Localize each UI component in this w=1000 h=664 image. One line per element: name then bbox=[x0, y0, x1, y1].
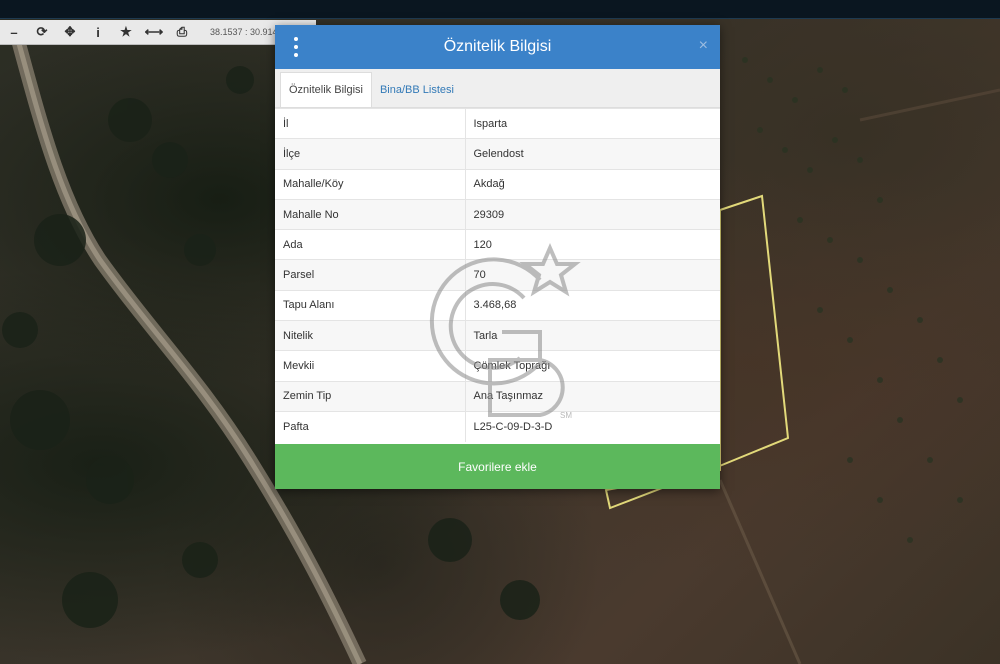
dialog-header: Öznitelik Bilgisi × bbox=[275, 25, 720, 69]
refresh-icon[interactable]: ⟳ bbox=[28, 20, 56, 44]
row-value: 120 bbox=[465, 229, 720, 260]
pan-icon[interactable]: ✥ bbox=[56, 20, 84, 44]
table-row: Nitelik Tarla bbox=[275, 320, 720, 351]
row-key: Mahalle/Köy bbox=[275, 168, 466, 200]
info-icon[interactable]: i bbox=[84, 20, 112, 44]
star-icon[interactable]: ★ bbox=[112, 20, 140, 44]
row-value: 29309 bbox=[465, 198, 720, 230]
row-value: L25-C-09-D-3-D bbox=[465, 410, 720, 442]
row-key: Parsel bbox=[275, 259, 466, 291]
dialog-title: Öznitelik Bilgisi bbox=[443, 38, 552, 55]
row-key: Ada bbox=[275, 229, 466, 260]
row-key: Pafta bbox=[275, 410, 466, 442]
table-row: Pafta L25-C-09-D-3-D bbox=[275, 410, 720, 442]
row-value: 70 bbox=[465, 259, 720, 291]
print-icon[interactable]: ⎙ bbox=[168, 20, 196, 44]
table-row: Zemin Tip Ana Taşınmaz bbox=[275, 380, 720, 412]
tab-building-list[interactable]: Bina/BB Listesi bbox=[372, 73, 462, 107]
table-row: Parsel 70 bbox=[275, 259, 720, 291]
coordinate-readout: 38.1537 : 30.9140 bbox=[210, 27, 283, 37]
table-row: Tapu Alanı 3.468,68 bbox=[275, 289, 720, 321]
top-bar bbox=[0, 0, 1000, 19]
row-key: İl bbox=[275, 107, 466, 139]
row-key: Tapu Alanı bbox=[275, 289, 466, 321]
table-row: İlçe Gelendost bbox=[275, 138, 720, 170]
collapse-icon[interactable]: – bbox=[0, 20, 28, 44]
close-icon[interactable]: × bbox=[699, 37, 708, 55]
row-value: Isparta bbox=[465, 107, 720, 139]
tab-attributes[interactable]: Öznitelik Bilgisi bbox=[280, 72, 372, 107]
table-row: Mahalle/Köy Akdağ bbox=[275, 168, 720, 200]
row-value: Tarla bbox=[465, 320, 720, 351]
row-value: Akdağ bbox=[465, 168, 720, 200]
attribute-table: İl Isparta İlçe Gelendost Mahalle/Köy Akdağ… bbox=[275, 107, 720, 442]
row-value: Çömlek Toprağı bbox=[465, 350, 720, 382]
dialog-tabs: Öznitelik Bilgisi Bina/BB Listesi bbox=[275, 69, 720, 108]
attribute-dialog: Öznitelik Bilgisi × Öznitelik Bilgisi Bi… bbox=[275, 25, 720, 489]
table-row: Ada 120 bbox=[275, 229, 720, 260]
row-key: Mahalle No bbox=[275, 198, 466, 230]
measure-icon[interactable]: ⟷ bbox=[140, 20, 168, 44]
menu-icon[interactable] bbox=[289, 37, 303, 57]
row-value: 3.468,68 bbox=[465, 289, 720, 321]
table-row: Mevkii Çömlek Toprağı bbox=[275, 350, 720, 382]
row-key: Mevkii bbox=[275, 350, 466, 382]
row-key: Nitelik bbox=[275, 320, 466, 351]
row-value: Gelendost bbox=[465, 138, 720, 170]
add-favorite-button[interactable]: Favorilere ekle bbox=[275, 444, 720, 489]
row-key: İlçe bbox=[275, 138, 466, 170]
map-toolbar: – ⟳ ✥ i ★ ⟷ ⎙ 38.1537 : 30.9140 bbox=[0, 20, 316, 45]
table-row: İl Isparta bbox=[275, 107, 720, 139]
row-value: Ana Taşınmaz bbox=[465, 380, 720, 412]
table-row: Mahalle No 29309 bbox=[275, 198, 720, 230]
row-key: Zemin Tip bbox=[275, 380, 466, 412]
